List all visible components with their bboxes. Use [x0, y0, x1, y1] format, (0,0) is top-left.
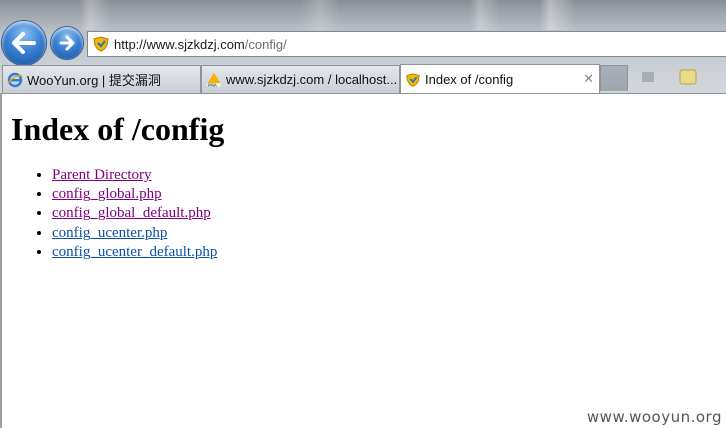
- command-bar: [632, 64, 726, 92]
- tab-index-config[interactable]: Index of /config ✕: [400, 64, 600, 94]
- tab-label: WooYun.org | 提交漏洞: [27, 73, 161, 88]
- forward-button[interactable]: [51, 27, 83, 59]
- browser-chrome: http://www.sjzkdzj.com/config/ WooYun.or…: [0, 0, 726, 94]
- list-item: config_ucenter.php: [52, 224, 217, 243]
- arrow-left-icon: [12, 32, 36, 54]
- list-item: Parent Directory: [52, 166, 217, 185]
- address-path: /config/: [244, 37, 287, 52]
- arrow-right-icon: [59, 35, 75, 51]
- site-shield-icon: [93, 36, 109, 52]
- tab-wooyun[interactable]: WooYun.org | 提交漏洞: [2, 65, 201, 93]
- toolbar-icons: [642, 69, 697, 85]
- tab-label: Index of /config: [425, 72, 514, 87]
- phpmyadmin-favicon-icon: PMA: [206, 72, 222, 88]
- tab-label: www.sjzkdzj.com / localhost...: [226, 72, 398, 87]
- parent-directory-link[interactable]: Parent Directory: [52, 167, 152, 183]
- watermark: www.wooyun.org: [586, 408, 722, 426]
- address-bar[interactable]: http://www.sjzkdzj.com/config/: [87, 31, 726, 57]
- page-title: Index of /config: [11, 111, 225, 147]
- list-item: config_global.php: [52, 185, 217, 204]
- new-tab-button[interactable]: [600, 65, 628, 91]
- file-link[interactable]: config_global_default.php: [52, 205, 211, 221]
- directory-listing: Parent Directory config_global.php confi…: [12, 166, 217, 262]
- ie-favicon-icon: [7, 72, 23, 88]
- address-host: http://www.sjzkdzj.com: [114, 37, 245, 52]
- list-item: config_ucenter_default.php: [52, 243, 217, 262]
- address-url[interactable]: http://www.sjzkdzj.com/config/: [114, 37, 287, 52]
- file-link[interactable]: config_global.php: [52, 186, 162, 202]
- list-item: config_global_default.php: [52, 204, 217, 223]
- page-content: Index of /config Parent Directory config…: [2, 94, 726, 428]
- window-titlebar: [0, 0, 726, 30]
- shield-favicon-icon: [405, 72, 421, 88]
- file-link[interactable]: config_ucenter.php: [52, 225, 167, 241]
- back-button[interactable]: [2, 21, 46, 65]
- svg-text:PMA: PMA: [208, 83, 217, 88]
- file-link[interactable]: config_ucenter_default.php: [52, 244, 217, 260]
- close-tab-icon[interactable]: ✕: [583, 71, 594, 87]
- tab-phpmyadmin[interactable]: PMA www.sjzkdzj.com / localhost...: [201, 65, 400, 93]
